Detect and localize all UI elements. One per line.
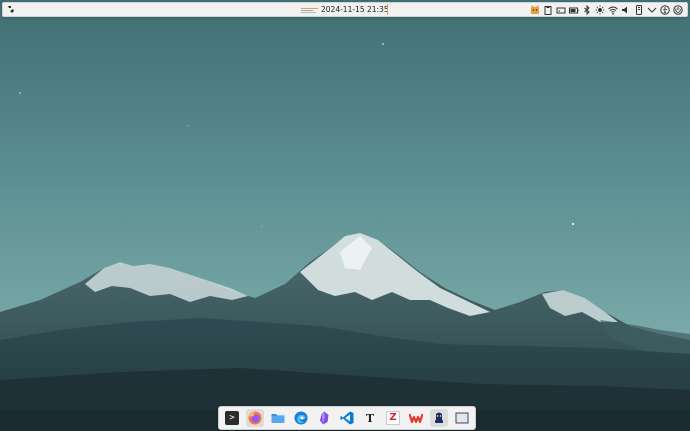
- vscode-icon: [340, 411, 354, 425]
- power-icon[interactable]: [673, 4, 683, 15]
- firefox-icon: [248, 411, 262, 425]
- chevron-down-icon[interactable]: [647, 4, 657, 15]
- phone-icon[interactable]: [634, 4, 644, 15]
- drive-icon[interactable]: [556, 4, 566, 15]
- dock-app-edge[interactable]: [292, 409, 310, 427]
- dock-app-vscode[interactable]: [338, 409, 356, 427]
- folder-icon: [271, 414, 285, 423]
- volume-icon[interactable]: [621, 4, 631, 15]
- dock-app-show-desktop[interactable]: [453, 409, 471, 427]
- bluetooth-icon[interactable]: [582, 4, 592, 15]
- dock-app-qq[interactable]: [430, 409, 448, 427]
- window-icon: [455, 412, 469, 424]
- desktop-wallpaper: [0, 0, 690, 431]
- top-panel: 2024-11-15 21:35: [2, 2, 688, 17]
- system-tray: [530, 4, 683, 15]
- battery-icon[interactable]: [569, 4, 579, 15]
- edge-icon: [294, 411, 308, 425]
- dock-app-wps[interactable]: [407, 409, 425, 427]
- clock-area[interactable]: 2024-11-15 21:35: [301, 3, 389, 16]
- brightness-icon[interactable]: [595, 4, 605, 15]
- wifi-icon[interactable]: [608, 4, 618, 15]
- activities-icon[interactable]: [6, 4, 17, 15]
- qq-icon: [435, 412, 443, 423]
- dock-app-firefox[interactable]: [246, 409, 264, 427]
- clock-label[interactable]: 2024-11-15 21:35: [321, 5, 389, 14]
- dock-app-terminal[interactable]: >: [223, 409, 241, 427]
- a11y-icon[interactable]: [660, 4, 670, 15]
- zotero-icon: Z: [386, 411, 400, 425]
- typora-icon: T: [365, 411, 375, 425]
- panel-divider: [387, 4, 388, 15]
- dock-app-files[interactable]: [269, 409, 287, 427]
- clipboard-icon[interactable]: [543, 4, 553, 15]
- workspace-indicator[interactable]: [301, 7, 318, 13]
- dock-app-obsidian[interactable]: [315, 409, 333, 427]
- terminal-icon: >: [225, 411, 239, 425]
- cat-icon[interactable]: [530, 4, 540, 15]
- dock-app-typora[interactable]: T: [361, 409, 379, 427]
- dock-app-zotero[interactable]: Z: [384, 409, 402, 427]
- dock: > T Z: [218, 406, 476, 430]
- obsidian-icon: [320, 411, 329, 425]
- wps-icon: [409, 413, 423, 424]
